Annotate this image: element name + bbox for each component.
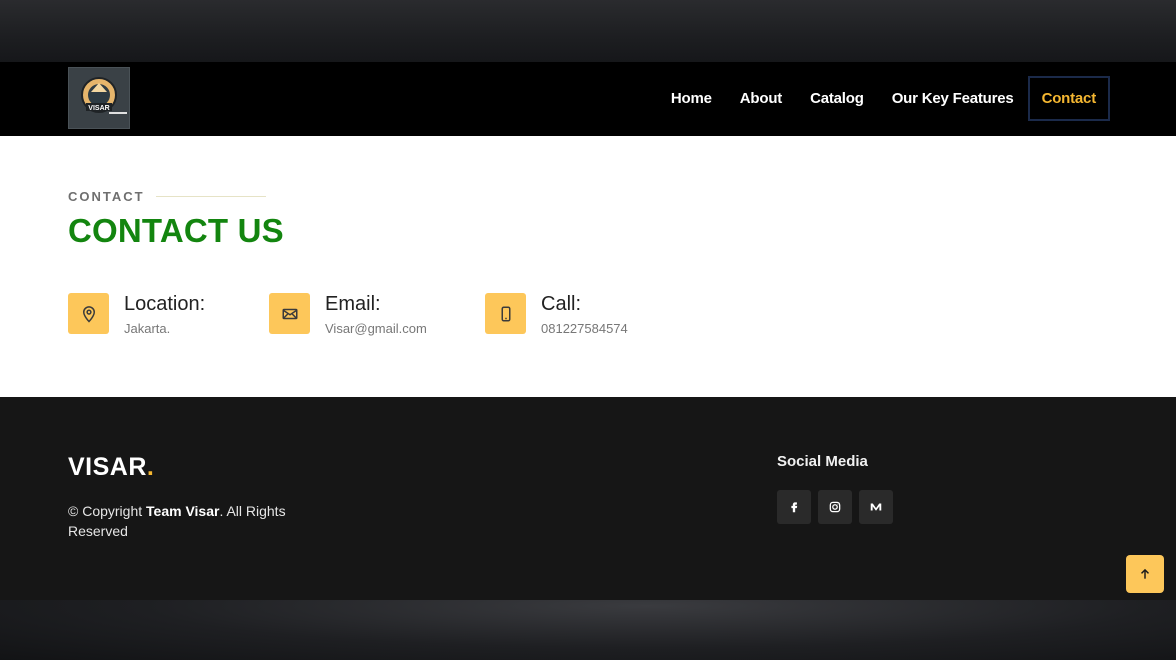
instagram-button[interactable] bbox=[818, 490, 852, 524]
nav-about[interactable]: About bbox=[726, 76, 796, 121]
email-title: Email: bbox=[325, 293, 381, 315]
nav-home[interactable]: Home bbox=[657, 76, 726, 121]
main-nav: Home About Catalog Our Key Features Cont… bbox=[657, 76, 1110, 121]
location-value: Jakarta. bbox=[124, 321, 171, 336]
email-value[interactable]: Visar@gmail.com bbox=[325, 321, 427, 336]
nav-contact[interactable]: Contact bbox=[1027, 76, 1110, 121]
facebook-button[interactable] bbox=[777, 490, 811, 524]
back-to-top-button[interactable] bbox=[1126, 555, 1164, 593]
arrow-up-icon bbox=[1140, 568, 1150, 579]
contact-section: CONTACT CONTACT US Location: Jakarta. Em… bbox=[0, 136, 1176, 397]
envelope-icon bbox=[269, 293, 310, 334]
eyebrow-divider bbox=[156, 196, 266, 197]
nav-catalog[interactable]: Catalog bbox=[796, 76, 878, 121]
bottom-background-band bbox=[0, 600, 1176, 660]
top-background-band bbox=[0, 0, 1176, 62]
contact-location: Location: Jakarta. bbox=[68, 293, 205, 336]
page-title: CONTACT US bbox=[68, 212, 284, 249]
location-title: Location: bbox=[124, 293, 206, 315]
svg-text:VISAR: VISAR bbox=[88, 105, 109, 112]
contact-call: Call: 081227584574 bbox=[485, 293, 628, 336]
nav-key-features[interactable]: Our Key Features bbox=[878, 76, 1028, 121]
section-eyebrow: CONTACT bbox=[68, 189, 145, 204]
site-header: VISAR Home About Catalog Our Key Feature… bbox=[0, 62, 1176, 136]
phone-icon bbox=[485, 293, 526, 334]
site-logo[interactable]: VISAR bbox=[68, 67, 130, 129]
location-pin-icon bbox=[68, 293, 109, 334]
site-footer: VISAR. © Copyright Team Visar. All Right… bbox=[0, 397, 1176, 600]
footer-brand: VISAR. bbox=[68, 453, 155, 481]
medium-icon bbox=[870, 503, 882, 511]
copyright-text: © Copyright Team Visar. All Rights Reser… bbox=[68, 503, 286, 539]
medium-button[interactable] bbox=[859, 490, 893, 524]
social-links bbox=[777, 490, 893, 524]
contact-email: Email: Visar@gmail.com bbox=[269, 293, 427, 336]
call-title: Call: bbox=[541, 293, 582, 315]
call-value[interactable]: 081227584574 bbox=[541, 321, 628, 336]
instagram-icon bbox=[829, 501, 841, 513]
facebook-icon bbox=[791, 502, 798, 513]
social-media-title: Social Media bbox=[777, 453, 868, 470]
